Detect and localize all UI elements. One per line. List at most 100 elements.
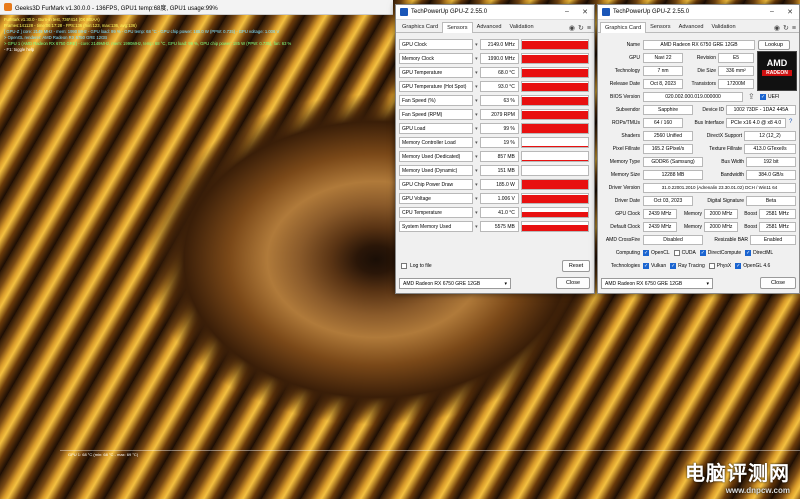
radeon-logo-text: RADEON	[762, 70, 792, 76]
device-select-value: AMD Radeon RX 6750 GRE 12GB	[403, 280, 481, 287]
menu-icon[interactable]: ≡	[587, 25, 591, 32]
sensor-name[interactable]: GPU Temperature (Hot Spot)	[399, 81, 474, 92]
close-button[interactable]: Close	[556, 277, 590, 289]
refresh-icon[interactable]: ↻	[578, 24, 584, 32]
tab-sensors[interactable]: Sensors	[646, 22, 675, 32]
feature-label: OpenGL 4.6	[743, 263, 771, 269]
sensor-graph	[520, 179, 589, 190]
card-info-panel: Name AMD Radeon RX 6750 GRE 12GB Lookup …	[598, 37, 800, 269]
sensor-row: Memory Clock ▾ 1990.0 MHz	[399, 52, 589, 65]
dropdown-arrow-icon[interactable]: ▾	[473, 98, 480, 104]
dropdown-arrow-icon[interactable]: ▾	[473, 182, 480, 188]
dropdown-arrow-icon[interactable]: ▾	[473, 210, 480, 216]
device-select[interactable]: AMD Radeon RX 6750 GRE 12GB ▾	[601, 278, 713, 289]
release-date-label: Release Date	[609, 81, 640, 87]
dropdown-arrow-icon[interactable]: ▾	[473, 154, 480, 160]
memory-type-label: Memory Type	[609, 159, 640, 165]
dropdown-arrow-icon[interactable]: ▾	[473, 140, 480, 146]
dropdown-arrow-icon[interactable]: ▾	[473, 42, 480, 48]
gpuz-card-titlebar: TechPowerUp GPU-Z 2.55.0 – ✕	[598, 5, 799, 20]
directx-value: 12 (12_2)	[744, 131, 796, 141]
sensor-graph-fill	[521, 145, 588, 147]
sensor-name[interactable]: Fan Speed (%)	[399, 95, 474, 106]
amd-radeon-logo: AMD RADEON	[757, 51, 797, 91]
sensor-name[interactable]: Memory Used (Dynamic)	[399, 165, 474, 176]
sensor-graph-fill	[521, 212, 588, 217]
bandwidth-label: Bandwidth	[720, 172, 744, 178]
feature-checkbox: PhysX	[708, 263, 731, 269]
furmark-info-overlay: FurMark v1.30.0 - Burn-in test, 736*414 …	[4, 17, 304, 53]
name-value: AMD Radeon RX 6750 GRE 12GB	[643, 40, 755, 50]
help-icon[interactable]: ?	[789, 119, 792, 125]
tab-advanced[interactable]: Advanced	[473, 22, 506, 32]
sensor-graph-fill	[521, 195, 588, 203]
dropdown-arrow-icon[interactable]: ▾	[473, 224, 480, 230]
tab-validation[interactable]: Validation	[707, 22, 739, 32]
sensor-name[interactable]: GPU Chip Power Draw	[399, 179, 474, 190]
name-label: Name	[626, 42, 640, 48]
sensor-graph	[520, 207, 589, 218]
row-memory-size: Memory Size 12288 MB Bandwidth 384.0 GB/…	[598, 169, 800, 181]
minimize-button[interactable]: –	[558, 8, 576, 16]
dropdown-arrow-icon[interactable]: ▾	[473, 56, 480, 62]
sensor-name[interactable]: Memory Clock	[399, 53, 474, 64]
dropdown-arrow-icon[interactable]: ▾	[473, 126, 480, 132]
row-driver-date: Driver Date Oct 03, 2023 Digital Signatu…	[598, 195, 800, 207]
sensor-graph	[520, 53, 589, 64]
tab-validation[interactable]: Validation	[505, 22, 537, 32]
feature-checkbox: CUDA	[673, 250, 696, 256]
sensor-name[interactable]: System Memory Used	[399, 221, 474, 232]
dropdown-arrow-icon[interactable]: ▾	[473, 196, 480, 202]
lookup-button[interactable]: Lookup	[758, 40, 790, 50]
camera-icon[interactable]: ◉	[569, 24, 575, 32]
sensor-name[interactable]: Memory Controller Load	[399, 137, 474, 148]
dropdown-arrow-icon[interactable]: ▾	[473, 112, 480, 118]
minimize-button[interactable]: –	[763, 8, 781, 16]
dropdown-arrow-icon[interactable]: ▾	[473, 84, 480, 90]
close-button[interactable]: Close	[760, 277, 796, 289]
camera-icon[interactable]: ◉	[774, 24, 780, 32]
crossfire-label: AMD CrossFire	[605, 237, 640, 243]
checkbox-icon	[673, 250, 680, 256]
sensor-graph-fill	[521, 54, 588, 63]
boost-label: Boost	[744, 211, 757, 217]
bus-width-value: 192 bit	[746, 157, 796, 167]
driver-version-label: Driver Version	[608, 185, 640, 191]
dropdown-arrow-icon[interactable]: ▾	[473, 168, 480, 174]
reset-button[interactable]: Reset	[562, 260, 590, 272]
log-to-file-option[interactable]: Log to file	[401, 263, 432, 269]
row-gpu-clock: GPU Clock 2439 MHz Memory 2000 MHz Boost…	[598, 208, 800, 220]
tab-sensors[interactable]: Sensors	[442, 22, 473, 33]
checkbox-icon	[670, 263, 677, 269]
sensor-row: GPU Voltage ▾ 1.006 V	[399, 192, 589, 205]
close-window-button[interactable]: ✕	[781, 8, 799, 16]
sensor-value: 19 %	[479, 137, 519, 148]
gpuz-sensors-titlebar: TechPowerUp GPU-Z 2.55.0 – ✕	[396, 5, 594, 20]
sensor-name[interactable]: GPU Load	[399, 123, 474, 134]
dropdown-arrow-icon[interactable]: ▾	[473, 70, 480, 76]
sensor-row: GPU Clock ▾ 2149.0 MHz	[399, 38, 589, 51]
default-clock-label: Default Clock	[610, 224, 640, 230]
sensor-name[interactable]: GPU Temperature	[399, 67, 474, 78]
sensor-name[interactable]: GPU Voltage	[399, 193, 474, 204]
furmark-info-line: > GPU 1 (AMD Radeon RX 6750 GRE) - core:…	[4, 41, 292, 46]
tab-graphics-card[interactable]: Graphics Card	[600, 22, 647, 33]
tab-graphics-card[interactable]: Graphics Card	[398, 22, 442, 32]
sensor-name[interactable]: Memory Used (Dedicated)	[399, 151, 474, 162]
default-boost-label: Boost	[744, 224, 757, 230]
checkbox-icon	[708, 263, 715, 269]
sensor-name[interactable]: CPU Temperature	[399, 207, 474, 218]
refresh-icon[interactable]: ↻	[783, 24, 789, 32]
sensor-name[interactable]: GPU Clock	[399, 39, 474, 50]
close-window-button[interactable]: ✕	[576, 8, 594, 16]
menu-icon[interactable]: ≡	[792, 25, 796, 32]
tab-advanced[interactable]: Advanced	[675, 22, 708, 32]
resizable-bar-value: Enabled	[750, 235, 796, 245]
sensor-name[interactable]: Fan Speed (RPM)	[399, 109, 474, 120]
device-select[interactable]: AMD Radeon RX 6750 GRE 12GB ▾	[399, 278, 511, 289]
resizable-bar-label: Resizable BAR	[714, 237, 748, 243]
sensor-row: CPU Temperature ▾ 41.0 °C	[399, 206, 589, 219]
log-to-file-checkbox[interactable]	[401, 263, 407, 269]
share-icon[interactable]: ⇪	[748, 92, 755, 101]
sensor-value: 99 %	[479, 123, 519, 134]
